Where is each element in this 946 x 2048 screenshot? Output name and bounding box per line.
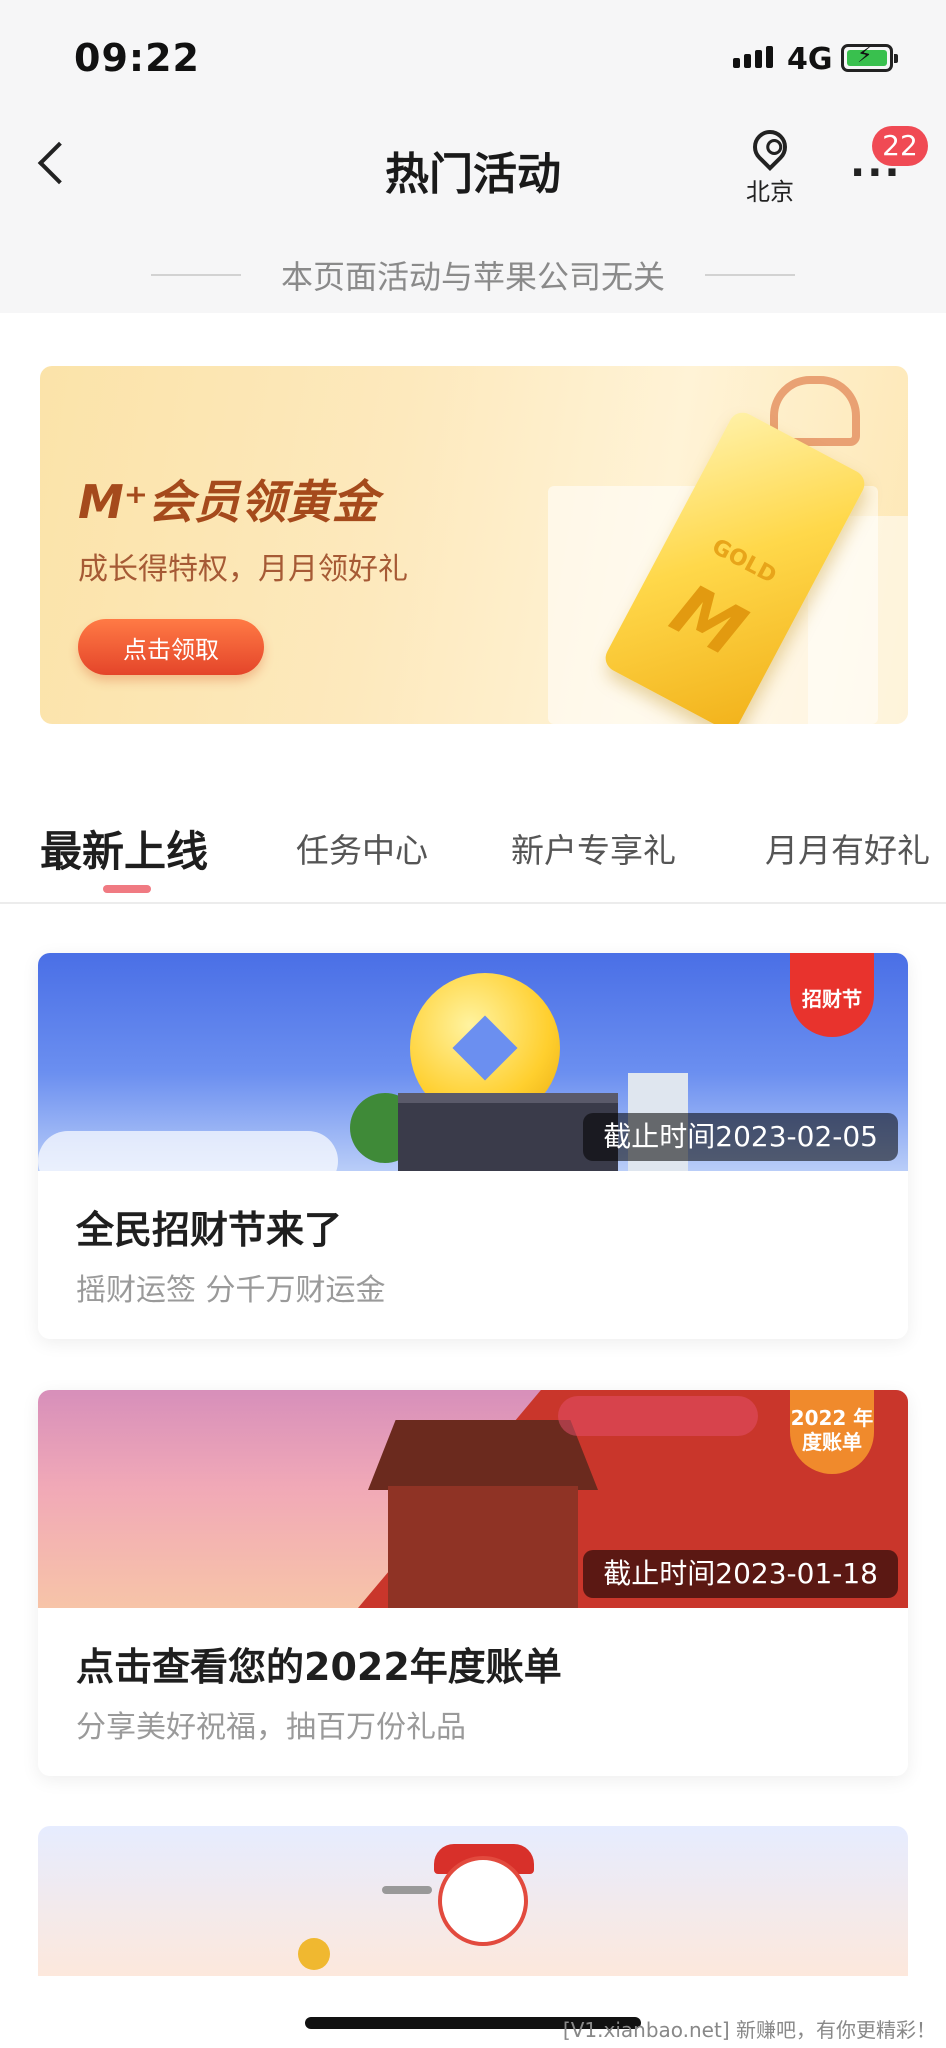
activity-card-image: 招财节 截止时间2023-02-05 — [38, 953, 908, 1171]
claim-button[interactable]: 点击领取 — [78, 619, 264, 675]
gold-bar-mark: M — [658, 567, 759, 673]
tab-task-center[interactable]: 任务中心 — [296, 824, 428, 872]
activity-tag-badge: 2022 年度账单 — [790, 1390, 874, 1474]
nav-bar: 热门活动 北京 ··· 22 — [0, 110, 946, 230]
status-bar: 09:22 4G — [0, 0, 946, 110]
cloud-decoration — [38, 1131, 338, 1171]
plum-blossom-decoration — [558, 1396, 758, 1436]
main-content: GOLD M M⁺会员领黄金 成长得特权，月月领好礼 点击领取 最新上线 任务中… — [0, 313, 946, 2048]
activity-subtitle: 摇财运签 分千万财运金 — [76, 1273, 386, 1308]
banner-title: M⁺会员领黄金 — [78, 475, 379, 529]
divider-right — [705, 274, 795, 276]
activity-subtitle: 分享美好祝福，抽百万份礼品 — [76, 1710, 466, 1745]
activity-card-partial[interactable] — [38, 1826, 908, 1976]
activity-tag-badge: 招财节 — [790, 953, 874, 1037]
mascot-image — [438, 1856, 528, 1946]
coin-decoration — [298, 1938, 330, 1970]
disclaimer-text: 本页面活动与苹果公司无关 — [280, 258, 665, 296]
status-time: 09:22 — [74, 36, 200, 80]
banner-subtitle: 成长得特权，月月领好礼 — [78, 552, 408, 587]
tab-new-user-gift[interactable]: 新户专享礼 — [511, 824, 676, 872]
deadline-label: 截止时间2023-01-18 — [583, 1550, 898, 1598]
notification-badge: 22 — [872, 126, 928, 166]
battery-icon — [841, 43, 898, 72]
activity-card[interactable]: 招财节 截止时间2023-02-05 全民招财节来了 摇财运签 分千万财运金 — [38, 953, 908, 1339]
activity-card[interactable]: 2022 年度账单 截止时间2023-01-18 点击查看您的2022年度账单 … — [38, 1390, 908, 1776]
page-title: 热门活动 — [385, 149, 561, 200]
watermark-text: [V1.xianbao.net] 新赚吧，有你更精彩！ — [562, 2018, 936, 2042]
activity-title: 点击查看您的2022年度账单 — [76, 1645, 562, 1689]
active-tab-indicator — [103, 885, 151, 893]
palace-hall-decoration — [388, 1486, 578, 1608]
disclaimer-notice: 本页面活动与苹果公司无关 — [0, 240, 946, 310]
membership-gold-banner[interactable]: GOLD M M⁺会员领黄金 成长得特权，月月领好礼 点击领取 — [40, 366, 908, 724]
tab-latest[interactable]: 最新上线 — [40, 818, 208, 879]
airplane-decoration — [382, 1886, 432, 1894]
location-pin-icon — [745, 122, 795, 172]
location-button[interactable]: 北京 — [740, 122, 800, 207]
activity-title: 全民招财节来了 — [76, 1208, 343, 1252]
deadline-label: 截止时间2023-02-05 — [583, 1113, 898, 1161]
location-label: 北京 — [746, 178, 794, 206]
network-label: 4G — [787, 42, 833, 77]
category-tabs: 最新上线 任务中心 新户专享礼 月月有好礼 — [0, 786, 946, 904]
tab-monthly-gift[interactable]: 月月有好礼 — [765, 824, 930, 872]
activity-card-image: 2022 年度账单 截止时间2023-01-18 — [38, 1390, 908, 1608]
signal-icon — [733, 46, 773, 68]
divider-left — [150, 274, 241, 276]
